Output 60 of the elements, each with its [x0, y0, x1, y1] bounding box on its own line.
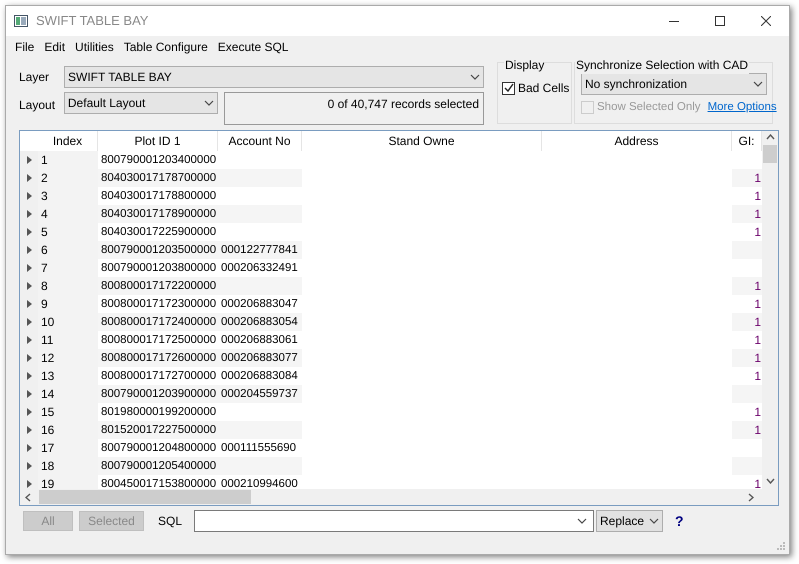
layout-dropdown[interactable]: Default Layout	[64, 92, 218, 114]
table-cell: 000206883061	[218, 331, 302, 349]
table-cell: 800450017153800000	[98, 475, 218, 489]
table-cell: 000210994600	[218, 475, 302, 489]
table-cell: 000111555690	[218, 439, 302, 457]
table-cell: 800800017172400000	[98, 313, 218, 331]
table-cell: 1	[732, 475, 762, 489]
table-cell: 800790001203400000	[98, 151, 218, 169]
table-cell: 1	[732, 169, 762, 187]
table-cell: 000206883077	[218, 349, 302, 367]
table-cell: 1	[732, 277, 762, 295]
menu-item[interactable]: Edit	[39, 38, 70, 56]
table-cell: 1	[732, 349, 762, 367]
checkbox-label: Bad Cells	[518, 80, 570, 97]
table-cell: 800800017172500000	[98, 331, 218, 349]
sql-label: SQL	[158, 513, 182, 530]
table-cell: 800800017172700000	[98, 367, 218, 385]
help-link[interactable]: ?	[675, 510, 684, 532]
table-cell: 1	[732, 403, 762, 421]
table-cell: 1	[732, 295, 762, 313]
mode-dropdown[interactable]: Replace	[596, 510, 664, 532]
table-cell: 800800017172200000	[98, 277, 218, 295]
menu-item[interactable]: Table Configure	[118, 38, 213, 56]
table-cell: 1	[732, 205, 762, 223]
table-cell: 1	[732, 421, 762, 439]
sync-dropdown[interactable]: No synchronization	[581, 73, 767, 95]
table-cell: 800800017172300000	[98, 295, 218, 313]
table-cell: 1	[732, 223, 762, 241]
table-cell: 1	[732, 331, 762, 349]
table-cell: 801980000199200000	[98, 403, 218, 421]
table-cell: 804030017178900000	[98, 205, 218, 223]
table-cell: 801520017227500000	[98, 421, 218, 439]
table-cell: 800790001203900000	[98, 385, 218, 403]
table-cell: 800790001205400000	[98, 457, 218, 475]
table-cell: 000204559737	[218, 385, 302, 403]
table-cell: 800790001203800000	[98, 259, 218, 277]
menu-item[interactable]: Execute SQL	[212, 38, 294, 56]
checkbox-label: Show Selected Only	[597, 100, 701, 115]
window-title: SWIFT TABLE BAY	[36, 12, 148, 30]
menu-item[interactable]: File	[10, 38, 40, 56]
field-label: Layout	[19, 97, 56, 114]
table-cell: 800790001204800000	[98, 439, 218, 457]
table-cell: 804030017225900000	[98, 223, 218, 241]
table-cell: 800790001203500000	[98, 241, 218, 259]
layer-dropdown[interactable]: SWIFT TABLE BAY	[64, 66, 484, 88]
table-cell: 800800017172600000	[98, 349, 218, 367]
table-cell: 000206332491	[218, 259, 302, 277]
more-options-link[interactable]: More Options	[708, 99, 777, 116]
table-cell: 000206883054	[218, 313, 302, 331]
table-cell: 1	[732, 187, 762, 205]
table-cell: 000206883047	[218, 295, 302, 313]
table-cell: 000122777841	[218, 241, 302, 259]
table-cell: 1	[732, 313, 762, 331]
table-cell: 804030017178700000	[98, 169, 218, 187]
table-cell: 1	[732, 367, 762, 385]
menu-item[interactable]: Utilities	[70, 38, 119, 56]
table-cell: 804030017178800000	[98, 187, 218, 205]
table-cell: 000206883084	[218, 367, 302, 385]
records-status: 0 of 40,747 records selected	[328, 96, 479, 113]
field-label: Layer	[19, 69, 50, 86]
